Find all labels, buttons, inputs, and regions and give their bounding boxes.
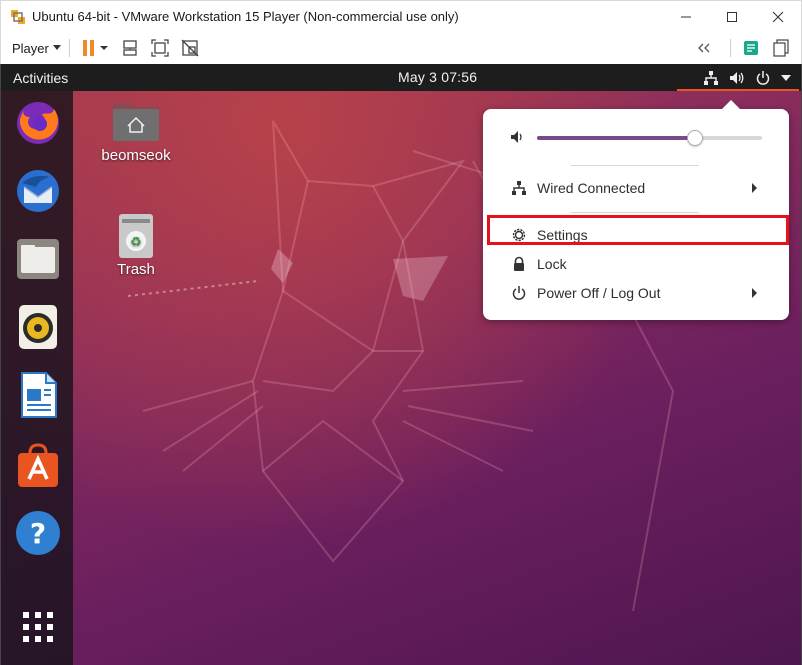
system-indicators[interactable] (703, 64, 791, 91)
wired-connected-label: Wired Connected (537, 180, 646, 196)
svg-text:♻: ♻ (130, 235, 142, 250)
dock-item-thunderbird[interactable] (14, 167, 62, 215)
submenu-arrow-icon (752, 183, 757, 193)
dock-item-software[interactable] (14, 441, 62, 489)
show-apps-grid-icon (23, 612, 53, 642)
desktop-icon-trash[interactable]: ♻ Trash (101, 214, 171, 278)
volume-icon (730, 71, 744, 84)
files-icon (17, 239, 59, 279)
message-log-button[interactable] (739, 36, 763, 60)
send-ctrl-alt-del-button[interactable] (118, 36, 142, 60)
unity-mode-button[interactable] (178, 36, 202, 60)
volume-icon (511, 131, 522, 143)
dock-item-files[interactable] (14, 235, 62, 283)
trash-label: Trash (117, 261, 155, 278)
pause-icon (82, 40, 108, 56)
libreoffice-writer-icon (21, 372, 57, 418)
home-folder-icon (113, 103, 159, 141)
toolbar-divider (68, 39, 70, 57)
vmware-toolbar: Player (0, 32, 802, 64)
player-menu-label: Player (12, 40, 49, 56)
volume-slider-handle[interactable] (686, 130, 703, 146)
software-center-icon (18, 443, 58, 487)
activities-button[interactable]: Activities (13, 70, 68, 86)
network-computer-icon (123, 40, 137, 56)
power-off-label: Power Off / Log Out (537, 285, 661, 301)
lock-label: Lock (537, 256, 567, 272)
minimize-icon (681, 16, 691, 17)
power-icon (511, 285, 527, 301)
dock-item-rhythmbox[interactable] (14, 303, 62, 351)
volume-row (510, 127, 770, 147)
menu-item-lock[interactable]: Lock (487, 250, 785, 278)
note-icon (744, 41, 758, 55)
dock-item-help[interactable]: ? (14, 509, 62, 557)
menu-separator (571, 165, 699, 166)
window-title: Ubuntu 64-bit - VMware Workstation 15 Pl… (32, 9, 459, 24)
devices-button[interactable] (769, 36, 793, 60)
thunderbird-icon (17, 170, 59, 212)
dock: ? (1, 91, 73, 665)
chevron-down-icon (52, 45, 61, 50)
svg-text:?: ? (30, 517, 46, 550)
wired-network-icon (511, 180, 527, 196)
collapse-toolbar-button[interactable] (692, 36, 716, 60)
submenu-arrow-icon (752, 288, 757, 298)
home-folder-label: beomseok (101, 147, 171, 164)
volume-slider[interactable] (537, 130, 762, 146)
lock-icon (511, 256, 527, 272)
popup-pointer (721, 100, 741, 110)
unity-icon (181, 39, 199, 57)
player-menu[interactable]: Player (12, 41, 61, 56)
system-menu-popup: Wired Connected Settings Lock Power Off … (483, 100, 789, 320)
vmware-app-icon (11, 9, 25, 24)
minimize-button[interactable] (663, 1, 709, 32)
toolbar-divider (730, 39, 731, 57)
window-titlebar: Ubuntu 64-bit - VMware Workstation 15 Pl… (0, 0, 802, 32)
wired-network-icon (704, 70, 718, 85)
ubuntu-desktop[interactable]: Activities May 3 07:56 ? beomseok ♻ Tras… (0, 64, 802, 665)
menu-separator (571, 212, 699, 213)
clock-button[interactable]: May 3 07:56 (398, 69, 477, 85)
gnome-top-bar: Activities May 3 07:56 (1, 64, 801, 91)
fullscreen-button[interactable] (148, 36, 172, 60)
dock-item-writer[interactable] (14, 371, 62, 419)
menu-item-wired-connected[interactable]: Wired Connected (487, 174, 785, 202)
firefox-icon (17, 102, 59, 144)
rhythmbox-speaker-icon (19, 305, 57, 349)
double-chevron-left-icon (698, 43, 710, 53)
menu-arrow-down-icon (781, 74, 791, 81)
close-button[interactable] (755, 1, 801, 32)
maximize-icon (727, 11, 737, 22)
trash-icon: ♻ (119, 214, 153, 258)
fullscreen-icon (151, 39, 169, 57)
dock-item-firefox[interactable] (14, 99, 62, 147)
volume-slider-fill (537, 136, 695, 140)
pause-button[interactable] (78, 36, 112, 60)
menu-item-power[interactable]: Power Off / Log Out (487, 279, 785, 307)
maximize-button[interactable] (709, 1, 755, 32)
pages-icon (773, 39, 789, 57)
close-icon (772, 11, 784, 22)
help-icon: ? (16, 511, 60, 555)
power-icon (756, 70, 770, 85)
desktop-icon-home[interactable]: beomseok (95, 99, 177, 164)
indicator-active-underline (677, 89, 799, 91)
settings-highlight-box (487, 215, 789, 245)
dock-item-show-apps[interactable] (14, 603, 62, 651)
